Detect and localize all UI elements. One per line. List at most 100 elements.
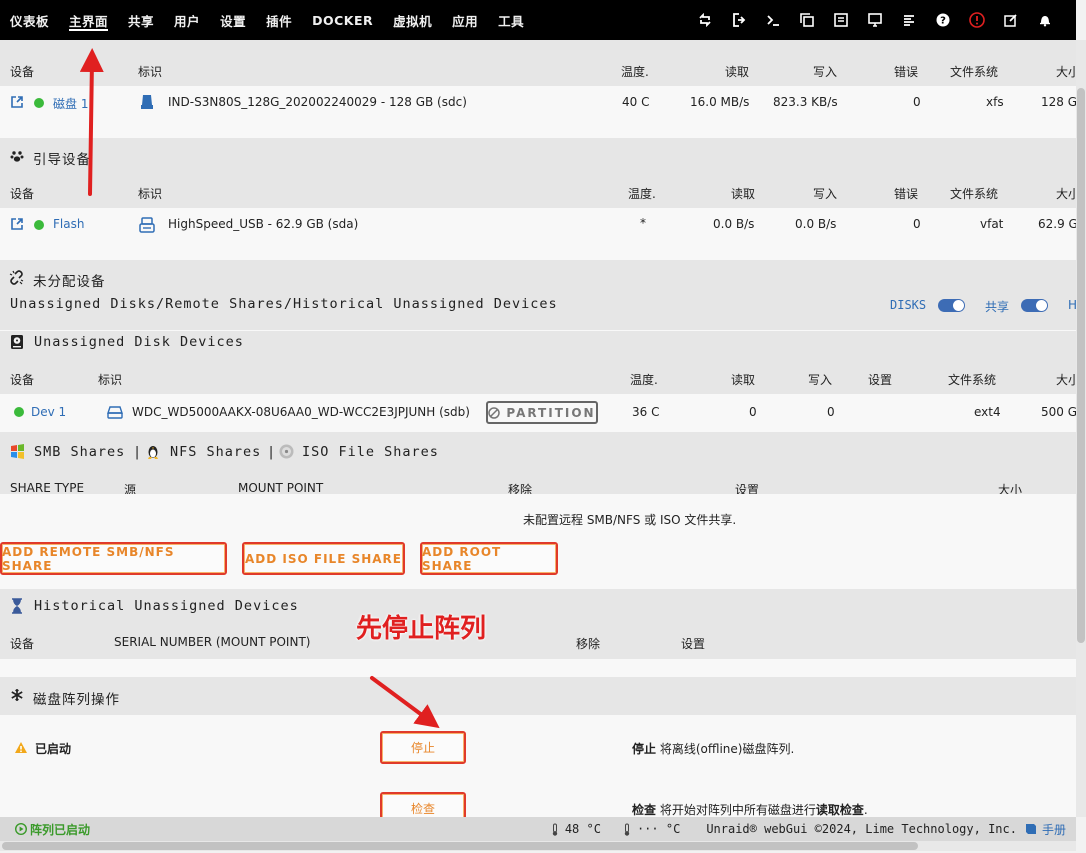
hard-drive-icon	[10, 334, 24, 353]
col-identification: 标识	[138, 65, 163, 79]
hourglass-icon	[11, 598, 23, 617]
toggle-disks-label: DISKS	[890, 298, 927, 312]
add-remote-share-button[interactable]: ADD REMOTE SMB/NFS SHARE	[0, 542, 227, 575]
terminal-icon[interactable]	[756, 0, 790, 40]
flash-fs: vfat	[980, 217, 1004, 231]
menu-tools[interactable]: 工具	[488, 0, 534, 40]
horizontal-scroll-thumb[interactable]	[2, 842, 918, 850]
add-iso-share-button[interactable]: ADD ISO FILE SHARE	[242, 542, 405, 575]
copy-window-icon[interactable]	[790, 0, 824, 40]
manual-book-icon[interactable]	[1025, 823, 1037, 835]
edit-icon[interactable]	[994, 0, 1028, 40]
menu-main[interactable]: 主界面	[59, 0, 118, 40]
partition-badge[interactable]: PARTITION	[486, 401, 598, 424]
check-array-button[interactable]: 检查	[380, 792, 466, 817]
flash-reads: 0.0 B/s	[713, 217, 755, 231]
disk-reads: 16.0 MB/s	[690, 95, 750, 109]
check-desc-bold: 检查	[632, 803, 657, 817]
ud-col-reads: 读取	[731, 373, 756, 387]
iso-shares-title: ISO File Shares	[302, 444, 439, 460]
thermometer-icon	[623, 823, 631, 836]
manual-link[interactable]: 手册	[1042, 821, 1066, 838]
menu-apps[interactable]: 应用	[442, 0, 488, 40]
feedback-icon[interactable]	[824, 0, 858, 40]
monitor-icon[interactable]	[858, 0, 892, 40]
disks-toggle[interactable]	[938, 299, 965, 312]
col-fs: 文件系统	[950, 65, 999, 79]
open-external-icon[interactable]	[10, 95, 24, 112]
shares-header-band	[0, 432, 1076, 494]
disk-temp: 40 C	[622, 95, 650, 109]
dev-1-link[interactable]: Dev 1	[31, 405, 66, 419]
menu-shares[interactable]: 共享	[118, 0, 164, 40]
title-separator: |	[267, 444, 277, 460]
flash-temp: *	[640, 216, 646, 230]
col-size: 大小	[1056, 65, 1076, 79]
snowflake-icon	[10, 688, 24, 705]
hist-col-serial: SERIAL NUMBER (MOUNT POINT)	[114, 635, 311, 649]
windows-icon	[10, 444, 25, 462]
copyright: Unraid® webGui ©2024, Lime Technology, I…	[706, 822, 1017, 836]
dev-1-fs: ext4	[974, 405, 1001, 419]
disk-fs: xfs	[986, 95, 1004, 109]
horizontal-scrollbar[interactable]	[0, 841, 1076, 851]
unassigned-title: 未分配设备	[33, 274, 106, 290]
boot-col-identification: 标识	[138, 187, 163, 201]
alert-icon[interactable]	[960, 0, 994, 40]
boot-col-device: 设备	[10, 187, 35, 201]
check-desc-text: 将开始对阵列中所有磁盘进行	[656, 803, 816, 817]
stop-desc-text: 将离线(offline)磁盘阵列.	[656, 742, 795, 756]
ud-col-size: 大小	[1056, 373, 1076, 387]
unassigned-header-band	[0, 260, 1076, 330]
top-nav: 仪表板 主界面 共享 用户 设置 插件 DOCKER 虚拟机 应用 工具 ?	[0, 0, 1076, 40]
vertical-scrollbar[interactable]	[1076, 40, 1086, 817]
main-content: 设备 标识 温度. 读取 写入 错误 文件系统 大小 磁盘 1 IND-S3N8…	[0, 40, 1076, 817]
boot-col-temp: 温度.	[628, 187, 656, 201]
disc-icon	[279, 444, 294, 462]
historical-title: Historical Unassigned Devices	[34, 598, 299, 614]
menu-dashboard[interactable]: 仪表板	[0, 0, 59, 40]
add-root-share-button[interactable]: ADD ROOT SHARE	[420, 542, 558, 575]
shares-toggle[interactable]	[1021, 299, 1048, 312]
shares-col-mount-point: MOUNT POINT	[238, 481, 324, 495]
dev-1-reads: 0	[749, 405, 757, 419]
board-temp: ··· °C	[636, 822, 681, 836]
stop-desc-bold: 停止	[632, 742, 657, 756]
menu-docker[interactable]: DOCKER	[302, 0, 383, 40]
boot-col-fs: 文件系统	[950, 187, 999, 201]
linux-penguin-icon	[146, 443, 160, 462]
menu-settings[interactable]: 设置	[210, 0, 256, 40]
shares-col-type: SHARE TYPE	[10, 481, 85, 495]
ud-col-device: 设备	[10, 373, 35, 387]
cpu-temp: 48 °C	[564, 822, 601, 836]
disk-1-link[interactable]: 磁盘 1	[53, 95, 88, 112]
menu-users[interactable]: 用户	[164, 0, 210, 40]
vertical-scroll-thumb[interactable]	[1077, 88, 1085, 643]
menu-plugins[interactable]: 插件	[256, 0, 302, 40]
col-reads: 读取	[725, 65, 750, 79]
footer-array-status: 阵列已启动	[30, 822, 91, 837]
bell-icon[interactable]	[1028, 0, 1062, 40]
logout-icon[interactable]	[722, 0, 756, 40]
check-desc-end: .	[863, 803, 868, 817]
boot-col-reads: 读取	[731, 187, 756, 201]
title-separator: |	[133, 444, 143, 460]
boot-title: 引导设备	[33, 152, 91, 168]
hist-col-settings: 设置	[681, 637, 706, 651]
flash-link[interactable]: Flash	[53, 217, 84, 231]
col-device: 设备	[10, 65, 35, 79]
array-ops-header-band	[0, 677, 1076, 715]
log-icon[interactable]	[892, 0, 926, 40]
flash-id: HighSpeed_USB - 62.9 GB (sda)	[168, 217, 359, 231]
ud-col-fs: 文件系统	[948, 373, 997, 387]
unassigned-subtitle: Unassigned Disks/Remote Shares/Historica…	[10, 296, 558, 312]
menu-vms[interactable]: 虚拟机	[383, 0, 442, 40]
flash-writes: 0.0 B/s	[795, 217, 837, 231]
refresh-icon[interactable]	[688, 0, 722, 40]
help-icon[interactable]: ?	[926, 0, 960, 40]
stop-array-button[interactable]: 停止	[380, 731, 466, 764]
boot-col-writes: 写入	[813, 187, 838, 201]
dev-1-size: 500 G	[1041, 405, 1076, 419]
open-external-icon[interactable]	[10, 217, 24, 234]
boot-col-errors: 错误	[894, 187, 919, 201]
